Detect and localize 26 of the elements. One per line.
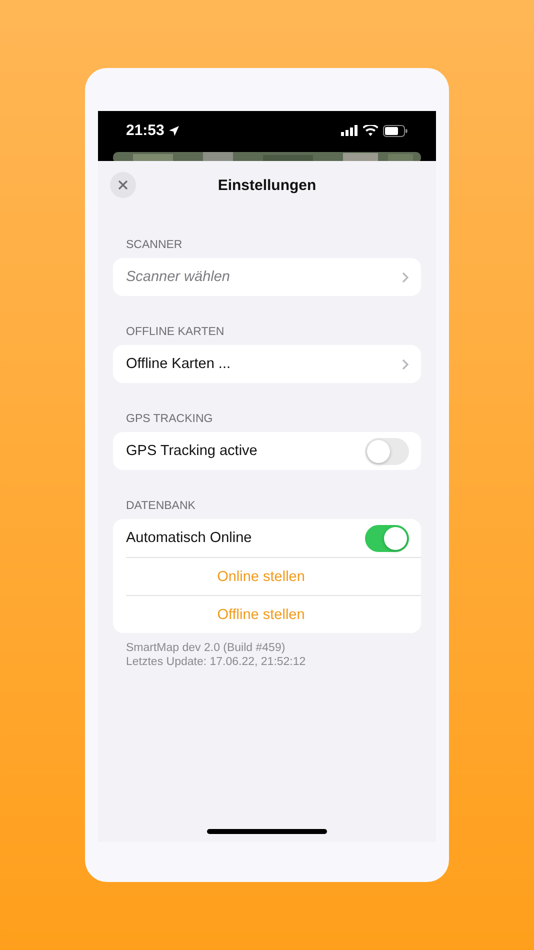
section-header: OFFLINE KARTEN [125, 325, 226, 339]
toggle-switch[interactable] [365, 438, 409, 464]
location-arrow-icon [168, 124, 180, 136]
close-button[interactable] [110, 172, 136, 198]
row-label: Offline Karten ... [126, 356, 231, 372]
chevron-icon [402, 358, 409, 370]
action-button[interactable]: Offline stellen [217, 606, 305, 622]
action-button[interactable]: Online stellen [217, 568, 305, 584]
scanner-row[interactable]: Scanner wählen [126, 258, 421, 296]
chevron-icon [402, 272, 409, 282]
footer-text: SmartMap dev 2.0 (Build #459) [126, 641, 286, 655]
section-header: DATENBANK [125, 499, 196, 513]
toggle-switch[interactable] [365, 524, 409, 552]
signal-icon [341, 125, 358, 136]
section-header: SCANNER [125, 238, 184, 252]
nav-row[interactable]: Offline Karten ... [126, 345, 421, 383]
footer-text: Letztes Update: 17.06.22, 21:52:12 [126, 655, 307, 669]
section-header: GPS TRACKING [125, 412, 214, 426]
sheet-title: Einstellungen [218, 176, 316, 194]
row-label: Automatisch Online [126, 530, 252, 546]
close-icon [118, 180, 128, 190]
battery-icon [383, 124, 408, 136]
wifi-icon [363, 125, 378, 136]
row-label: GPS Tracking active [126, 443, 258, 459]
status-time: 21:53 [126, 122, 164, 139]
row-placeholder: Scanner wählen [126, 269, 230, 285]
